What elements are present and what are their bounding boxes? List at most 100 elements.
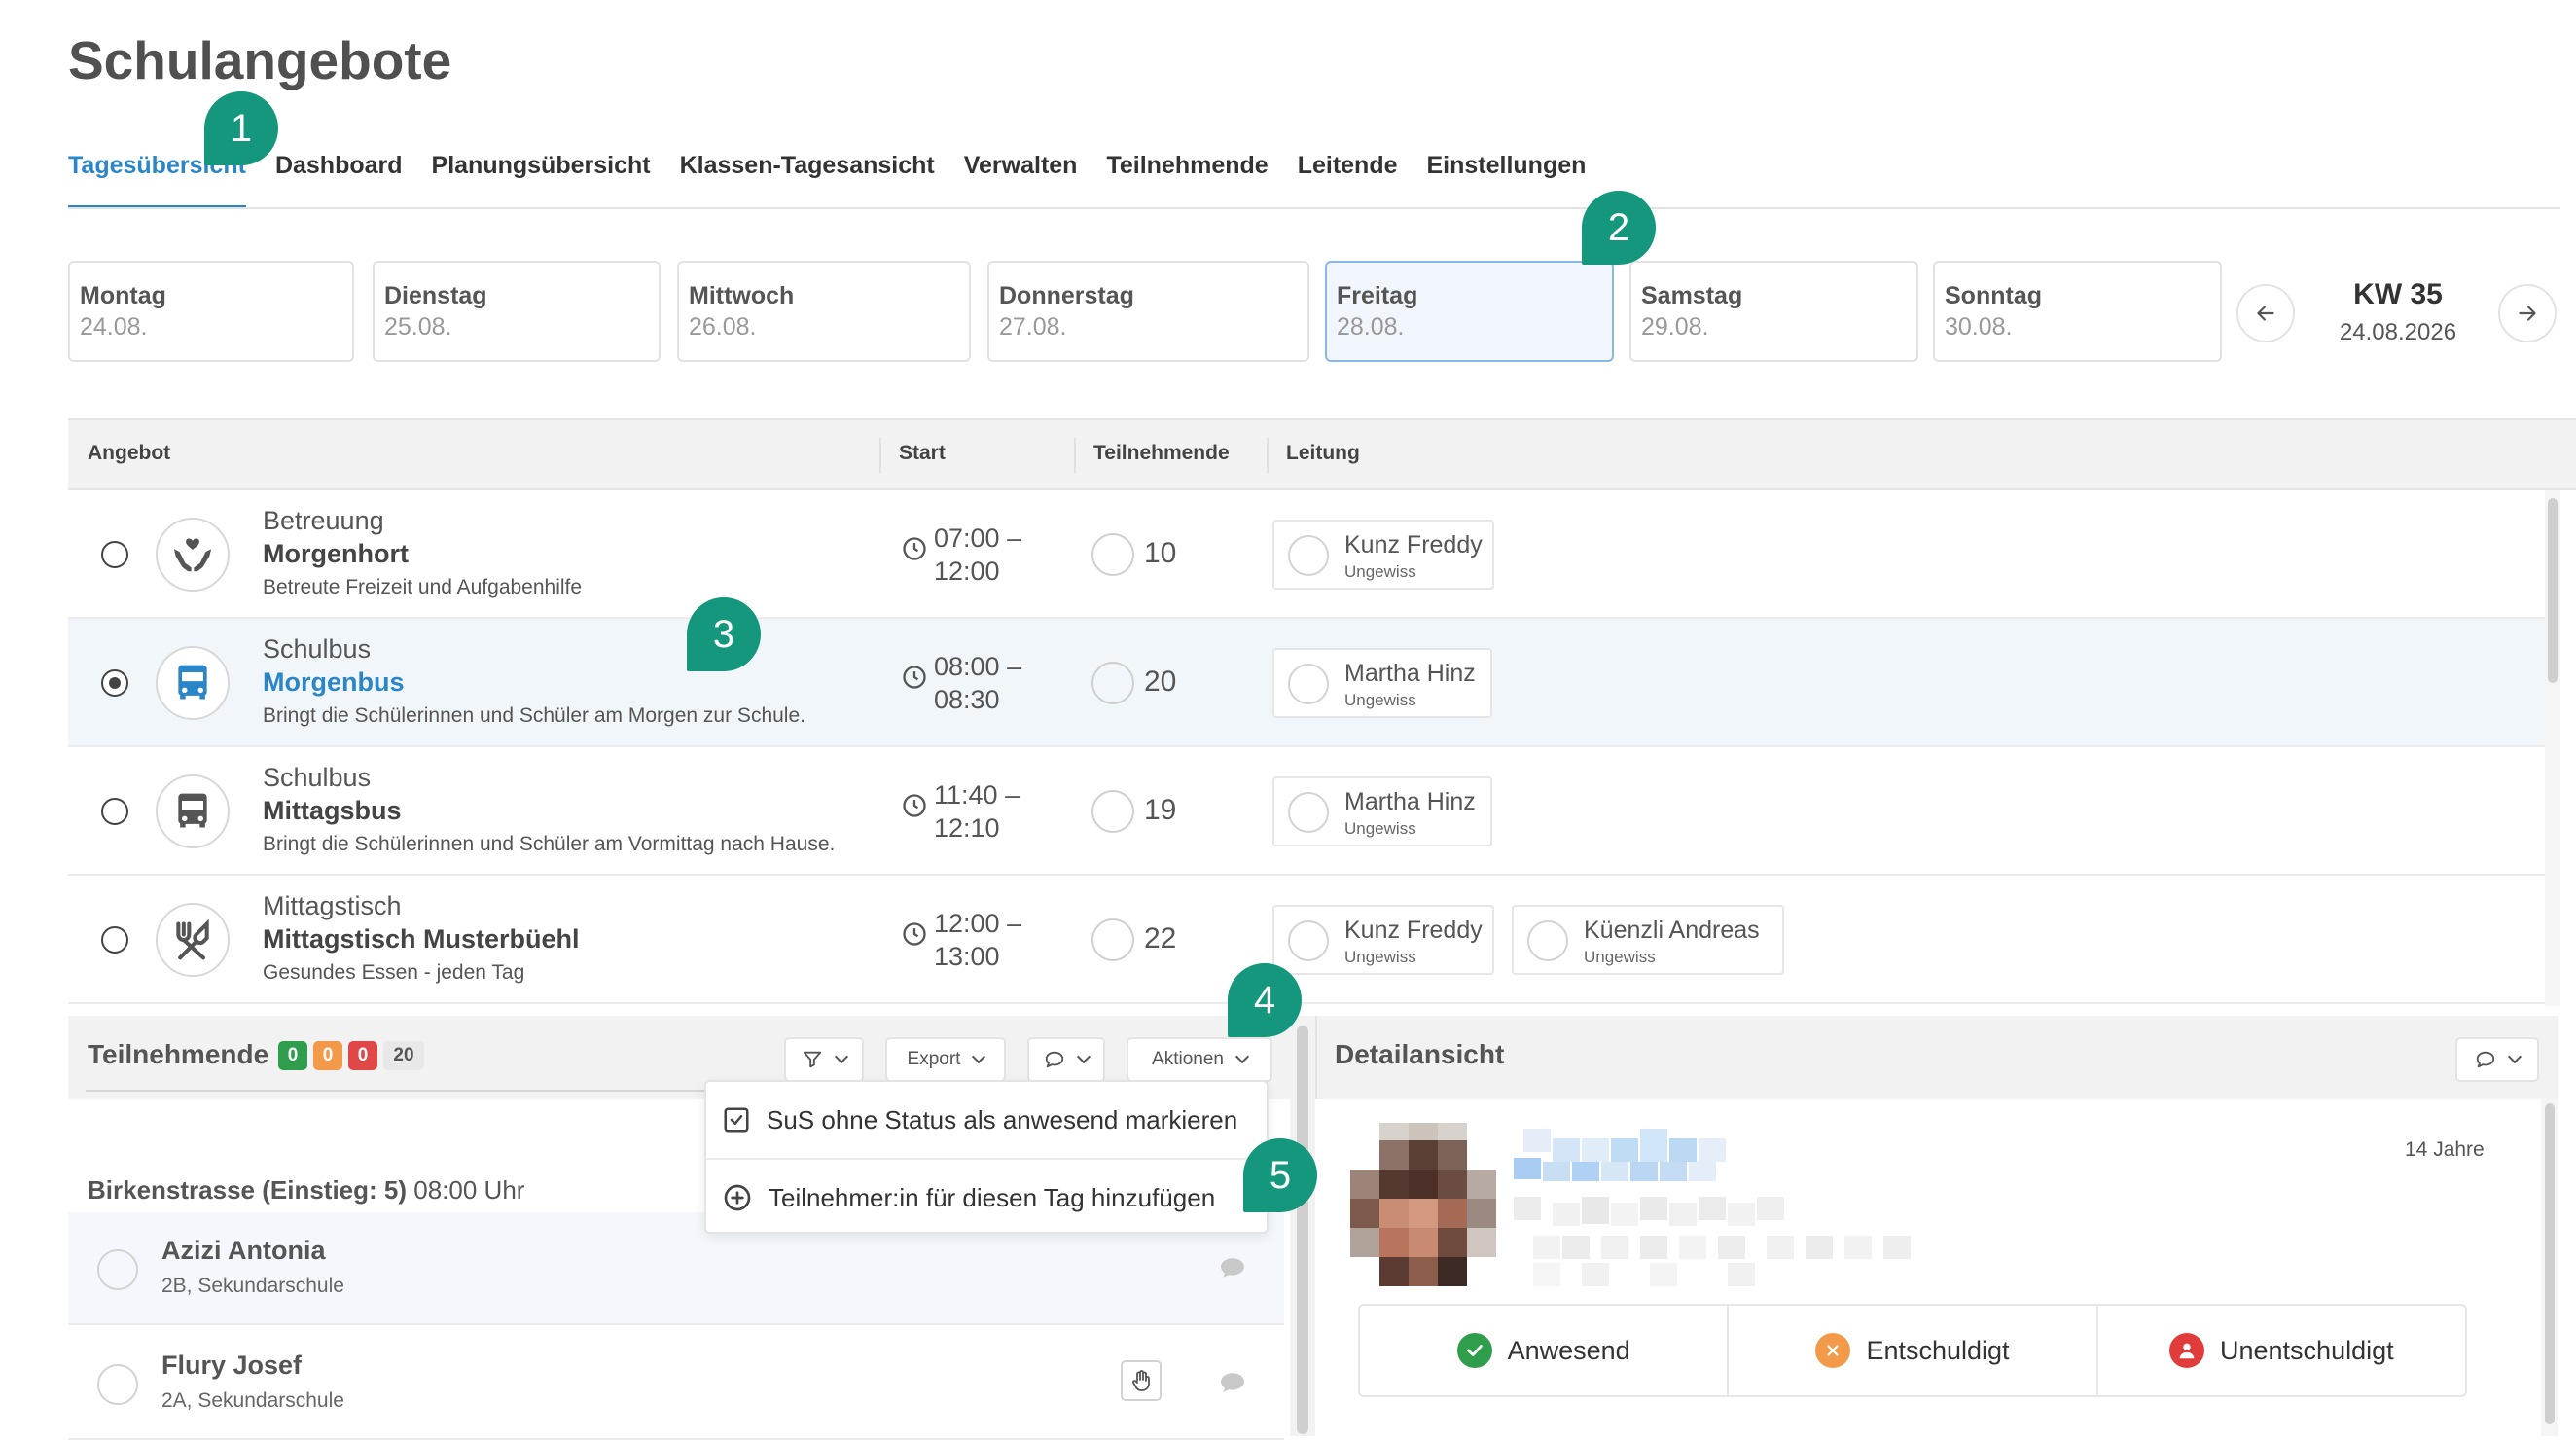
group-name: Birkenstrasse (Einstieg: 5) [88, 1175, 408, 1205]
offer-radio[interactable] [101, 798, 128, 825]
offer-description: Bringt die Schülerinnen und Schüler am V… [263, 833, 836, 855]
participants-count: 19 [1144, 794, 1177, 826]
leader-status: Ungewiss [1344, 562, 1416, 581]
next-week-button[interactable] [2498, 284, 2557, 342]
status-unentschuldigt-button[interactable]: Unentschuldigt [2098, 1306, 2465, 1395]
comment-icon[interactable] [1220, 1372, 1245, 1393]
status-anwesend-button[interactable]: Anwesend [1360, 1306, 1730, 1395]
menu-item-label: Teilnehmer:in für diesen Tag hinzufügen [769, 1182, 1216, 1212]
plus-circle-icon [724, 1184, 751, 1211]
time-end: 13:00 [934, 942, 1000, 971]
column-header-start: Start [899, 442, 946, 464]
cutlery-icon [156, 903, 230, 977]
offer-row-morgenbus[interactable]: Schulbus Morgenbus Bringt die Schülerinn… [68, 619, 2545, 747]
time-end: 08:30 [934, 685, 1000, 714]
step-badge-2: 2 [1582, 191, 1656, 265]
leader-status-ring [1288, 664, 1329, 704]
export-button[interactable]: Export [885, 1037, 1006, 1082]
offer-radio[interactable] [101, 541, 128, 568]
day-card-samstag[interactable]: Samstag 29.08. [1629, 261, 1918, 362]
menu-item-mark-present[interactable]: SuS ohne Status als anwesend markieren [706, 1082, 1267, 1158]
leader-status: Ungewiss [1344, 691, 1416, 709]
detail-comment-button[interactable] [2455, 1037, 2539, 1082]
day-date: 25.08. [384, 313, 452, 341]
offer-row-mittagstisch[interactable]: Mittagstisch Mittagstisch Musterbüehl Ge… [68, 876, 2545, 1004]
offer-name: Mittagstisch Musterbüehl [263, 924, 580, 954]
participants-ring [1091, 533, 1134, 576]
tab-planungsuebersicht[interactable]: Planungsübersicht [432, 152, 651, 208]
leader-chip[interactable]: Küenzli Andreas Ungewiss [1512, 905, 1784, 975]
offer-row-mittagsbus[interactable]: Schulbus Mittagsbus Bringt die Schülerin… [68, 747, 2545, 876]
participant-age: 14 Jahre [2405, 1138, 2485, 1161]
participant-class: 2A, Sekundarschule [161, 1389, 344, 1412]
detail-scrollbar[interactable] [2541, 1099, 2558, 1436]
tab-dashboard[interactable]: Dashboard [275, 152, 403, 208]
leader-status: Ungewiss [1344, 948, 1416, 966]
clock-icon [903, 537, 926, 560]
page-title: Schulangebote [68, 30, 452, 90]
day-card-sonntag[interactable]: Sonntag 30.08. [1933, 261, 2222, 362]
check-icon [1456, 1333, 1492, 1368]
column-header-leitung: Leitung [1286, 442, 1360, 464]
offer-name-link[interactable]: Morgenbus [263, 667, 405, 698]
previous-week-button[interactable] [2236, 284, 2295, 342]
count-badge-unexcused: 0 [348, 1041, 377, 1070]
comment-icon[interactable] [1220, 1257, 1245, 1278]
day-card-montag[interactable]: Montag 24.08. [68, 261, 354, 362]
leader-status: Ungewiss [1584, 948, 1656, 966]
actions-button[interactable]: Aktionen [1127, 1037, 1272, 1082]
tab-verwalten[interactable]: Verwalten [964, 152, 1078, 208]
offer-radio[interactable] [101, 926, 128, 954]
panel-splitter[interactable] [1290, 1016, 1315, 1436]
participant-status-ring[interactable] [97, 1249, 138, 1290]
day-card-donnerstag[interactable]: Donnerstag 27.08. [987, 261, 1309, 362]
offer-name: Mittagsbus [263, 796, 402, 825]
offers-scrollbar[interactable] [2545, 490, 2560, 1006]
participant-status-ring[interactable] [97, 1364, 138, 1405]
menu-item-label: SuS ohne Status als anwesend markieren [767, 1104, 1238, 1134]
leader-status-ring [1527, 920, 1568, 961]
day-card-dienstag[interactable]: Dienstag 25.08. [373, 261, 661, 362]
person-icon [2169, 1333, 2204, 1368]
day-name: Donnerstag [999, 282, 1134, 309]
hand-button[interactable] [1121, 1360, 1162, 1401]
detail-scrollbar-thumb[interactable] [2545, 1103, 2555, 1424]
column-divider [879, 438, 881, 473]
pixelated-avatar-image [1350, 1123, 1496, 1286]
pixelated-name-block [1514, 1129, 1961, 1294]
participant-row[interactable]: Flury Josef 2A, Sekundarschule [68, 1327, 1284, 1440]
time-end: 12:00 [934, 557, 1000, 586]
arrow-left-icon [2257, 306, 2274, 321]
leader-chip[interactable]: Martha Hinz Ungewiss [1272, 648, 1492, 718]
offers-scrollbar-thumb[interactable] [2548, 498, 2558, 683]
status-entschuldigt-button[interactable]: Entschuldigt [1729, 1306, 2098, 1395]
hand-icon [1132, 1370, 1150, 1391]
comment-button[interactable] [1027, 1037, 1105, 1082]
group-time: 08:00 Uhr [413, 1175, 525, 1205]
avatar [1350, 1123, 1496, 1286]
day-name: Montag [80, 282, 166, 309]
tab-einstellungen[interactable]: Einstellungen [1427, 152, 1587, 208]
detail-panel-title: Detailansicht [1335, 1039, 1505, 1069]
tab-klassen-tagesansicht[interactable]: Klassen-Tagesansicht [680, 152, 935, 208]
leader-chip[interactable]: Kunz Freddy Ungewiss [1272, 520, 1494, 590]
tab-leitende[interactable]: Leitende [1298, 152, 1398, 208]
time-start: 11:40 – [934, 780, 1020, 810]
offer-row-morgenhort[interactable]: Betreuung Morgenhort Betreute Freizeit u… [68, 490, 2545, 619]
menu-item-add-participant[interactable]: Teilnehmer:in für diesen Tag hinzufügen [706, 1160, 1267, 1236]
day-card-freitag[interactable]: Freitag 28.08. [1325, 261, 1614, 362]
day-date: 27.08. [999, 313, 1067, 341]
offer-radio[interactable] [101, 669, 128, 697]
filter-button[interactable] [784, 1037, 864, 1082]
leader-chip[interactable]: Kunz Freddy Ungewiss [1272, 905, 1494, 975]
step-badge-1: 1 [204, 91, 278, 165]
chevron-down-icon [834, 1049, 849, 1064]
tab-teilnehmende[interactable]: Teilnehmende [1106, 152, 1268, 208]
participants-panel-title: Teilnehmende [88, 1039, 269, 1069]
leader-name: Küenzli Andreas [1584, 917, 1760, 944]
day-date: 29.08. [1641, 313, 1709, 341]
column-divider [1267, 438, 1269, 473]
day-card-mittwoch[interactable]: Mittwoch 26.08. [677, 261, 971, 362]
leader-chip[interactable]: Martha Hinz Ungewiss [1272, 776, 1492, 846]
splitter-handle[interactable] [1297, 1026, 1308, 1434]
